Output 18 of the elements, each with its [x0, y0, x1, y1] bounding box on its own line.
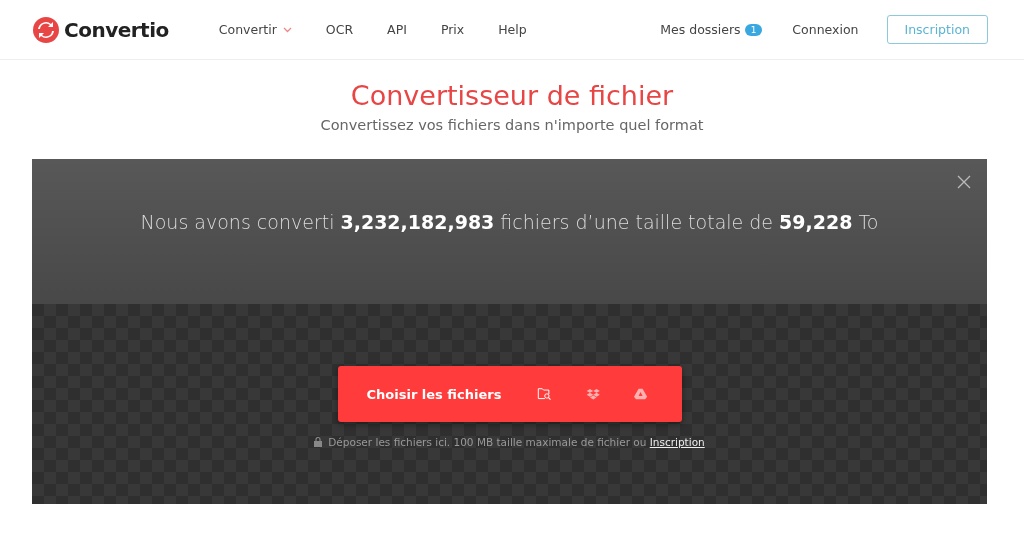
stats-text: Nous avons converti 3,232,182,983 fichiers d’une taille totale de 59,228 To [140, 210, 879, 233]
nav-link[interactable]: Convertir [218, 22, 292, 37]
signup-link[interactable]: Inscription [649, 436, 705, 448]
drop-note: Déposer les fichiers ici. 100 MB taille maximale de fichier ou Inscription [328, 436, 705, 448]
folder-count-badge: 1 [744, 23, 763, 36]
login-link[interactable]: Connexion [792, 22, 859, 37]
logo-icon [32, 15, 60, 44]
page-title: Convertisseur de fichier [350, 80, 674, 111]
folders-link[interactable]: Mes dossiers [660, 22, 741, 37]
logo-text[interactable]: Convertio [64, 17, 169, 42]
nav-link[interactable]: API [387, 22, 407, 37]
nav-link[interactable]: OCR [325, 22, 354, 37]
nav-link[interactable]: Help [498, 22, 527, 37]
page-subtitle: Convertissez vos fichiers dans n'importe quel format [320, 117, 704, 133]
choose-files-button[interactable]: Choisir les fichiers [366, 386, 502, 402]
close-icon[interactable] [957, 175, 971, 189]
lock-icon [314, 437, 323, 447]
nav-link[interactable]: Prix [440, 22, 465, 37]
